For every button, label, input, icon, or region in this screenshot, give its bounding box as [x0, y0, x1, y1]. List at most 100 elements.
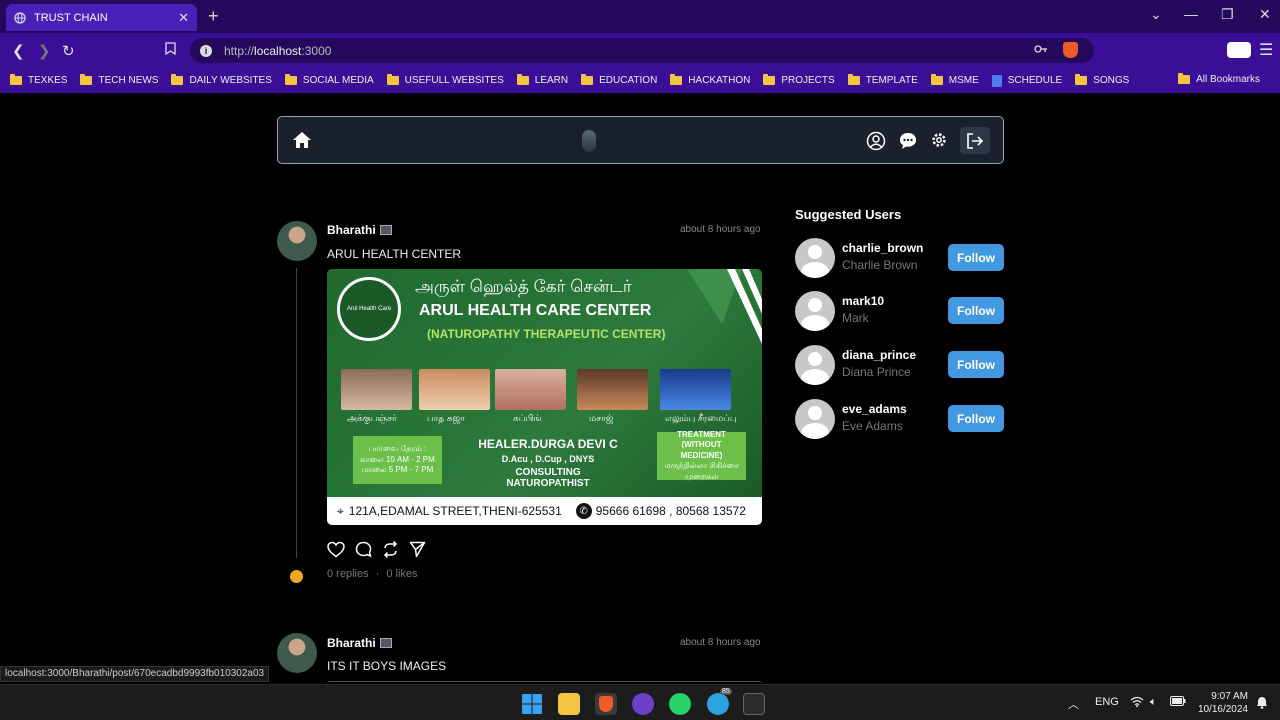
- suggested-name: Charlie Brown: [842, 258, 918, 272]
- back-icon[interactable]: ❮: [12, 42, 25, 60]
- app-header: [277, 116, 1004, 164]
- battery-icon[interactable]: [1170, 696, 1186, 709]
- therapy-photo: [419, 369, 490, 410]
- brave-shield-icon[interactable]: [1063, 42, 1078, 58]
- follow-button[interactable]: Follow: [948, 244, 1004, 271]
- post-image[interactable]: Arul Health Care அருள் ஹெல்த் கேர் சென்ட…: [327, 269, 762, 525]
- suggested-username[interactable]: charlie_brown: [842, 241, 923, 255]
- avatar[interactable]: [795, 345, 835, 385]
- suggested-user[interactable]: eve_adams Eve Adams Follow: [795, 399, 1004, 439]
- input-language[interactable]: ENG: [1095, 696, 1119, 708]
- avatar[interactable]: [795, 238, 835, 278]
- file-explorer-icon[interactable]: [558, 693, 580, 715]
- reload-icon[interactable]: ↻: [62, 42, 75, 60]
- tray-chevron-icon[interactable]: ︿: [1068, 696, 1079, 712]
- post-author-name[interactable]: Bharathi: [327, 223, 392, 237]
- post-author-avatar[interactable]: [277, 221, 317, 261]
- repost-icon[interactable]: [382, 540, 399, 563]
- suggested-username[interactable]: eve_adams: [842, 402, 907, 416]
- bookmark-folder[interactable]: SOCIAL MEDIA: [284, 74, 374, 86]
- notification-bell-icon[interactable]: [1256, 696, 1268, 712]
- bookmark-folder[interactable]: DAILY WEBSITES: [171, 74, 272, 86]
- bookmark-folder[interactable]: USEFULL WEBSITES: [386, 74, 504, 86]
- document-icon: [991, 74, 1002, 87]
- suggested-user[interactable]: charlie_brown Charlie Brown Follow: [795, 238, 1004, 278]
- bookmark-folder[interactable]: MSME: [930, 74, 979, 86]
- therapy-photo: [660, 369, 731, 410]
- url-host: localhost: [254, 43, 302, 58]
- bookmark-folder[interactable]: PROJECTS: [763, 74, 835, 86]
- suggested-name: Diana Prince: [842, 365, 911, 379]
- suggested-username[interactable]: diana_prince: [842, 348, 916, 362]
- post-author-avatar[interactable]: [277, 633, 317, 673]
- settings-gear-icon[interactable]: [930, 131, 948, 154]
- site-info-icon[interactable]: i: [200, 44, 212, 57]
- follow-button[interactable]: Follow: [948, 351, 1004, 378]
- like-count[interactable]: 0 likes: [386, 568, 417, 580]
- avatar[interactable]: [795, 399, 835, 439]
- wallet-icon[interactable]: [1227, 42, 1251, 58]
- all-bookmarks[interactable]: All Bookmarks: [1178, 73, 1260, 85]
- suggested-user[interactable]: diana_prince Diana Prince Follow: [795, 345, 1004, 385]
- bookmark-icon[interactable]: [165, 42, 176, 59]
- home-icon[interactable]: [292, 131, 312, 154]
- menu-icon[interactable]: ☰: [1259, 40, 1273, 60]
- taskbar: 85 ︿ ENG 🔈︎ 9:07 AM 10/16/2024: [0, 684, 1280, 720]
- therapy-photo: [341, 369, 412, 410]
- bookmark-folder[interactable]: HACKATHON: [670, 74, 750, 86]
- bookmark-link[interactable]: SCHEDULE: [991, 74, 1062, 87]
- maximize-icon[interactable]: ❐: [1221, 6, 1234, 23]
- chat-icon[interactable]: [898, 131, 918, 156]
- bookmark-folder[interactable]: LEARN: [516, 74, 568, 86]
- like-heart-icon[interactable]: [327, 541, 345, 563]
- bookmark-folder[interactable]: EDUCATION: [581, 74, 657, 86]
- whatsapp-icon[interactable]: [669, 693, 691, 715]
- bookmark-folder[interactable]: SONGS: [1075, 74, 1129, 86]
- github-icon[interactable]: [632, 693, 654, 715]
- suggested-user[interactable]: mark10 Mark Follow: [795, 291, 1004, 331]
- browser-tab[interactable]: TRUST CHAIN ✕: [6, 4, 197, 31]
- post-author-name[interactable]: Bharathi: [327, 636, 392, 650]
- new-tab-button[interactable]: +: [208, 6, 219, 27]
- bookmark-folder[interactable]: TEXKES: [10, 74, 67, 86]
- telegram-icon[interactable]: 85: [707, 688, 732, 715]
- poster-footer: ⌖ 121A,EDAMAL STREET,THENI-625531 ✆ 9566…: [327, 497, 762, 525]
- phone-icon: ✆: [575, 503, 592, 519]
- volume-icon[interactable]: 🔈︎: [1150, 696, 1157, 709]
- bookmark-folder[interactable]: TEMPLATE: [847, 74, 918, 86]
- therapy-caption: மசாஜ்: [589, 413, 614, 423]
- minimize-icon[interactable]: —: [1184, 6, 1198, 22]
- post-timestamp: about 8 hours ago: [680, 637, 761, 648]
- forward-icon[interactable]: ❯: [38, 42, 51, 60]
- post-text: ARUL HEALTH CENTER: [327, 247, 462, 261]
- bookmark-folder[interactable]: TECH NEWS: [80, 74, 158, 86]
- suggested-username[interactable]: mark10: [842, 294, 884, 308]
- browser-toolbar: ❮ ❯ ↻ i http://localhost:3000 ☰: [0, 33, 1280, 68]
- therapy-photo: [495, 369, 566, 410]
- poster-tamil-title: அருள் ஹெல்த் கேர் சென்டர்: [415, 277, 632, 296]
- windows-start-icon[interactable]: [521, 693, 543, 715]
- tab-close-icon[interactable]: ✕: [178, 10, 189, 26]
- share-send-icon[interactable]: [409, 541, 426, 563]
- avatar[interactable]: [795, 291, 835, 331]
- app-logo-icon[interactable]: [582, 130, 596, 152]
- reply-count[interactable]: 0 replies: [327, 568, 369, 580]
- logout-icon[interactable]: [960, 127, 990, 154]
- poster-logo: Arul Health Care: [337, 277, 401, 341]
- wifi-icon[interactable]: [1130, 696, 1144, 710]
- terminal-icon[interactable]: [743, 693, 765, 715]
- follow-button[interactable]: Follow: [948, 297, 1004, 324]
- tab-search-icon[interactable]: ⌄: [1150, 6, 1162, 23]
- address-bar[interactable]: i http://localhost:3000: [190, 38, 1094, 63]
- password-key-icon[interactable]: [1034, 43, 1048, 57]
- folder-icon: [10, 74, 22, 85]
- system-clock[interactable]: 9:07 AM 10/16/2024: [1198, 690, 1248, 716]
- thread-line: [296, 268, 297, 558]
- follow-button[interactable]: Follow: [948, 405, 1004, 432]
- window-close-icon[interactable]: ✕: [1259, 6, 1271, 23]
- brave-browser-icon[interactable]: [595, 693, 617, 715]
- bookmarks-bar: TEXKES TECH NEWS DAILY WEBSITES SOCIAL M…: [0, 68, 1280, 93]
- profile-icon[interactable]: [866, 131, 886, 156]
- poster-phone: 95666 61698 , 80568 13572: [595, 504, 746, 518]
- reply-comment-icon[interactable]: [355, 541, 372, 563]
